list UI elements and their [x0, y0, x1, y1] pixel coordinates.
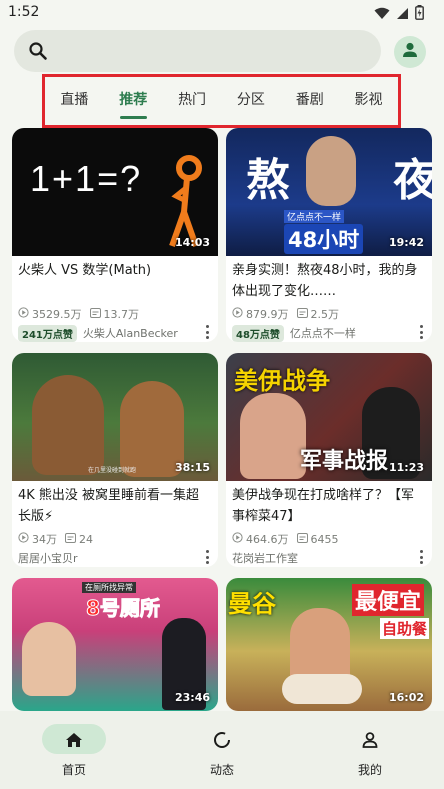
status-bar: 1:52	[0, 0, 444, 26]
stick-figure-image	[169, 155, 202, 247]
video-title[interactable]: 4K 熊出没 被窝里睡前看一集超长版⚡	[12, 481, 218, 531]
more-options-icon[interactable]	[416, 325, 426, 339]
more-options-icon[interactable]	[202, 325, 212, 339]
play-icon	[232, 532, 243, 546]
danmaku-count-value: 6455	[310, 532, 339, 546]
category-tabs: 直播 推荐 热门 分区 番剧 影视	[42, 74, 401, 128]
video-card[interactable]: 美伊战争 军事战报 11:23 美伊战争现在打成啥样了？【军事榨菜47】 464…	[226, 353, 432, 567]
author-name[interactable]: 花岗岩工作室	[232, 550, 298, 566]
video-thumbnail[interactable]: 熬 夜 亿点点不一样 48小时 19:42	[226, 128, 432, 256]
danmaku-count: 2.5万	[296, 306, 340, 322]
video-title[interactable]: 美伊战争现在打成啥样了？【军事榨菜47】	[226, 481, 432, 531]
video-thumbnail[interactable]: 在几里没碰到就跑 38:15	[12, 353, 218, 481]
danmaku-icon	[65, 532, 76, 546]
person-image	[306, 136, 356, 206]
thumbnail-caption: 在几里没碰到就跑	[88, 467, 137, 474]
view-count: 879.9万	[232, 306, 289, 322]
tab-categories[interactable]: 分区	[221, 77, 280, 125]
more-options-icon[interactable]	[416, 550, 426, 564]
bottom-navigation: 首页 动态 我的	[0, 711, 444, 789]
tab-hot[interactable]: 热门	[163, 77, 222, 125]
view-count-value: 464.6万	[246, 533, 289, 546]
video-card[interactable]: 熬 夜 亿点点不一样 48小时 19:42 亲身实测！熬夜48小时，我的身体出现…	[226, 128, 432, 342]
video-duration: 11:23	[388, 461, 424, 474]
danmaku-count: 24	[65, 532, 93, 546]
nav-home[interactable]: 首页	[0, 711, 148, 789]
thumbnail-caption: 曼谷	[228, 590, 276, 618]
video-thumbnail[interactable]: 曼谷 最便宜 自助餐 16:02	[226, 578, 432, 711]
view-count: 34万	[18, 531, 57, 547]
view-count: 464.6万	[232, 531, 289, 547]
person-image	[22, 622, 76, 696]
food-plate-image	[282, 674, 362, 704]
battery-icon	[415, 5, 424, 24]
thumbnail-tag: 自助餐	[380, 618, 430, 639]
danmaku-count-value: 2.5万	[310, 308, 340, 321]
danmaku-icon	[296, 532, 308, 546]
more-options-icon[interactable]	[202, 550, 212, 564]
thumbnail-subcaption: 最便宜	[352, 584, 425, 616]
view-count-value: 34万	[32, 533, 57, 546]
play-icon	[232, 307, 243, 321]
danmaku-icon	[89, 307, 101, 321]
danmaku-count-value: 13.7万	[103, 308, 140, 321]
signal-icon	[396, 5, 409, 24]
video-card[interactable]: 曼谷 最便宜 自助餐 16:02	[226, 578, 432, 711]
thumbnail-tag: 亿点点不一样	[284, 210, 345, 223]
nav-home-label: 首页	[61, 763, 86, 777]
video-thumbnail[interactable]: 1+1=? 14:03	[12, 128, 218, 256]
danmaku-count: 13.7万	[89, 306, 140, 322]
danmaku-count-value: 24	[79, 532, 93, 546]
thumbnail-caption: 8号厕所	[86, 596, 161, 621]
video-duration: 16:02	[388, 691, 424, 704]
view-count-value: 879.9万	[246, 308, 289, 321]
likes-badge: 48万点赞	[232, 324, 284, 342]
person-icon[interactable]	[358, 728, 382, 752]
video-title[interactable]: 火柴人 VS 数学(Math)	[12, 256, 218, 306]
tab-anime[interactable]: 番剧	[280, 77, 339, 125]
video-duration: 14:03	[174, 236, 210, 249]
thumbnail-subcaption: 军事战报	[300, 449, 389, 474]
home-icon[interactable]	[62, 728, 86, 752]
status-time: 1:52	[8, 4, 40, 20]
nav-feed[interactable]: 动态	[148, 711, 296, 789]
search-icon[interactable]	[28, 41, 48, 65]
danmaku-icon	[296, 307, 308, 321]
profile-button[interactable]	[394, 36, 426, 68]
tab-live[interactable]: 直播	[45, 77, 104, 125]
video-thumbnail[interactable]: 在厕所找异常 8号厕所 23:46	[12, 578, 218, 711]
nav-profile[interactable]: 我的	[296, 711, 444, 789]
tab-recommended[interactable]: 推荐	[104, 77, 163, 125]
person-icon	[401, 41, 419, 63]
tab-movies[interactable]: 影视	[339, 77, 398, 125]
bear-image	[32, 375, 104, 475]
video-duration: 19:42	[388, 236, 424, 249]
nav-feed-label: 动态	[209, 763, 234, 777]
refresh-icon[interactable]	[210, 728, 234, 752]
play-icon	[18, 532, 29, 546]
danmaku-count: 6455	[296, 532, 339, 546]
thumbnail-caption: 美伊战争	[234, 367, 330, 395]
person-image	[240, 393, 306, 479]
video-card[interactable]: 在厕所找异常 8号厕所 23:46	[12, 578, 218, 711]
search-bar[interactable]	[14, 30, 381, 72]
thumbnail-subcaption: 48小时	[284, 224, 364, 254]
thumbnail-caption: 1+1=?	[30, 158, 143, 199]
video-title[interactable]: 亲身实测！熬夜48小时，我的身体出现了变化……	[226, 256, 432, 306]
wifi-icon	[374, 5, 390, 24]
video-duration: 38:15	[174, 461, 210, 474]
video-duration: 23:46	[174, 691, 210, 704]
video-thumbnail[interactable]: 美伊战争 军事战报 11:23	[226, 353, 432, 481]
play-icon	[18, 307, 29, 321]
view-count-value: 3529.5万	[32, 308, 82, 321]
video-card[interactable]: 在几里没碰到就跑 38:15 4K 熊出没 被窝里睡前看一集超长版⚡ 34万 2…	[12, 353, 218, 567]
author-name[interactable]: 亿点点不一样	[290, 325, 356, 341]
nav-profile-label: 我的	[357, 763, 382, 777]
likes-badge: 241万点赞	[18, 324, 77, 342]
view-count: 3529.5万	[18, 306, 82, 322]
author-name[interactable]: 火柴人AlanBecker	[83, 325, 178, 341]
author-name[interactable]: 居居小宝贝r	[18, 550, 78, 566]
video-card[interactable]: 1+1=? 14:03 火柴人 VS 数学(Math) 3529.5万 13.7…	[12, 128, 218, 342]
